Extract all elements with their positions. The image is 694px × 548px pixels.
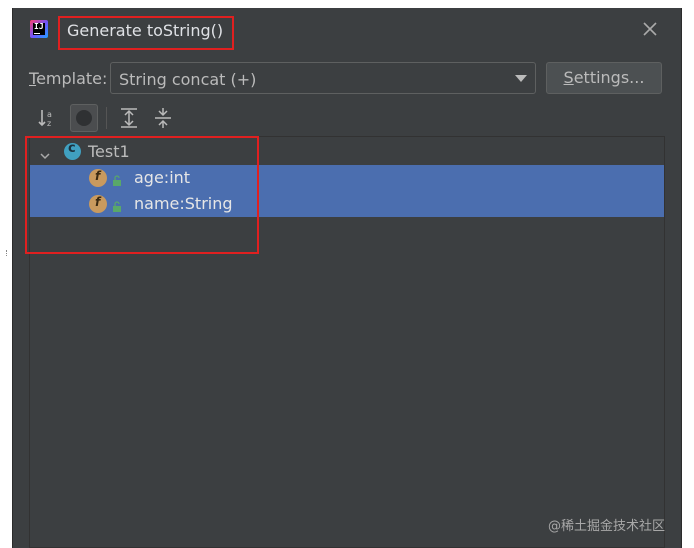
template-label: Template:: [29, 69, 108, 88]
settings-button[interactable]: Settings...: [546, 62, 662, 94]
watermark: @稀土掘金技术社区: [547, 519, 665, 534]
sort-alphabetical-icon[interactable]: a z: [35, 104, 63, 132]
tree-row-class[interactable]: Test1: [30, 139, 664, 165]
dialog-title: Generate toString(): [67, 21, 224, 40]
generate-tostring-dialog: IJ Generate toString() Template: String …: [12, 8, 682, 548]
class-name-label: Test1: [88, 142, 130, 161]
svg-text:z: z: [47, 119, 51, 128]
field-icon: [89, 195, 107, 213]
toggle-icon[interactable]: [70, 104, 98, 132]
private-visibility-icon: [112, 172, 122, 186]
class-icon: [64, 141, 81, 160]
chevron-down-icon[interactable]: [40, 146, 50, 160]
template-selected-value: String concat (+): [119, 70, 257, 89]
private-visibility-icon: [112, 198, 122, 212]
toolbar-separator: [106, 107, 107, 129]
field-label: name:String: [134, 194, 233, 213]
tree-row-field[interactable]: name:String: [30, 191, 664, 217]
expand-all-icon[interactable]: [115, 104, 143, 132]
field-label: age:int: [134, 168, 191, 187]
chevron-down-icon: [515, 75, 527, 82]
template-dropdown[interactable]: String concat (+): [110, 62, 536, 94]
close-icon[interactable]: [641, 20, 659, 38]
tree-row-field[interactable]: age:int: [30, 165, 664, 191]
field-icon: [89, 169, 107, 187]
collapse-all-icon[interactable]: [149, 104, 177, 132]
title-bar: IJ Generate toString(): [13, 8, 681, 56]
svg-text:a: a: [47, 110, 52, 119]
resize-grip[interactable]: [6, 250, 9, 256]
intellij-app-icon: IJ: [30, 20, 48, 38]
member-tree[interactable]: Test1 age:int name:String: [29, 136, 665, 548]
